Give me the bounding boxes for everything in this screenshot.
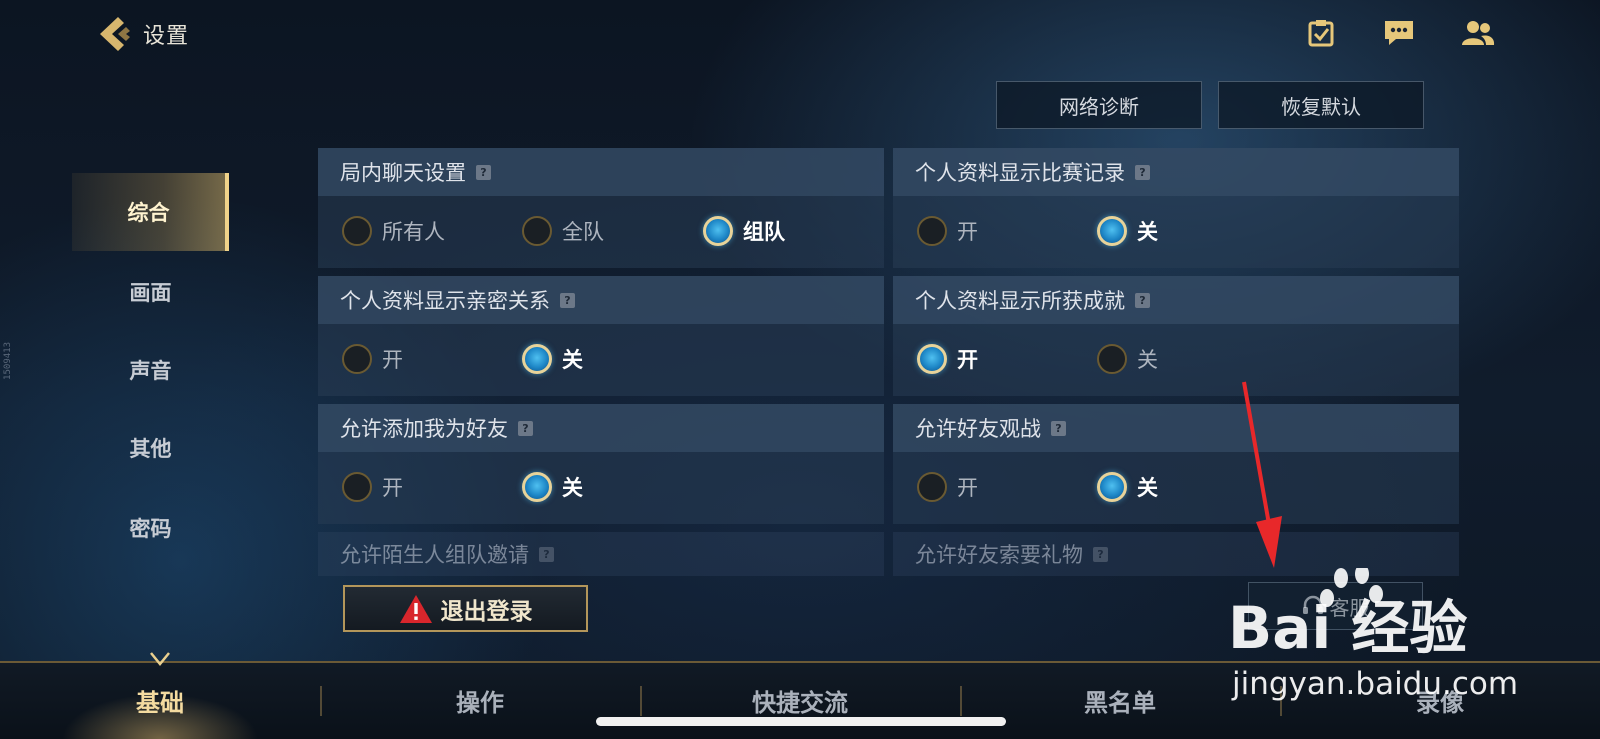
radio-icon <box>342 216 372 246</box>
task-icon[interactable] <box>1303 16 1339 50</box>
radio-selected-icon <box>1097 472 1127 502</box>
headset-icon <box>1302 595 1323 614</box>
sidebar-item-password[interactable]: 密码 <box>72 489 229 567</box>
customer-service-label: 客服 <box>1329 595 1370 620</box>
radio-selected-icon <box>1097 216 1127 246</box>
home-indicator[interactable] <box>596 717 1006 726</box>
radio-icon <box>917 472 947 502</box>
add-friend-off[interactable]: 关 <box>522 472 583 502</box>
chat-option-party[interactable]: 组队 <box>703 216 785 246</box>
annotation-arrow-icon <box>1242 381 1282 568</box>
add-friend-on[interactable]: 开 <box>342 472 403 502</box>
sidebar-item-sound[interactable]: 声音 <box>72 331 229 409</box>
back-arrow-icon <box>100 17 130 51</box>
help-icon[interactable]: ? <box>1093 546 1108 562</box>
stranger-invite-card: 允许陌生人组队邀请 ? <box>318 532 884 576</box>
radio-icon <box>342 344 372 374</box>
intimacy-off[interactable]: 关 <box>522 344 583 374</box>
warning-icon <box>399 594 432 623</box>
match-record-on[interactable]: 开 <box>917 216 978 246</box>
back-button[interactable] <box>94 14 134 54</box>
sidebar-item-other[interactable]: 其他 <box>72 409 229 487</box>
achievements-on[interactable]: 开 <box>917 344 978 374</box>
help-icon[interactable]: ? <box>1135 292 1150 308</box>
help-icon[interactable]: ? <box>1051 420 1066 436</box>
radio-selected-icon <box>917 344 947 374</box>
help-icon[interactable]: ? <box>476 164 491 180</box>
tab-basic[interactable]: 基础 <box>0 661 320 739</box>
achievements-card: 个人资料显示所获成就 ? 开 关 <box>893 276 1459 396</box>
intimacy-card: 个人资料显示亲密关系 ? 开 关 <box>318 276 884 396</box>
match-record-title: 个人资料显示比赛记录 <box>915 161 1125 185</box>
add-friend-card: 允许添加我为好友 ? 开 关 <box>318 404 884 524</box>
gift-request-card: 允许好友索要礼物 ? <box>893 532 1459 576</box>
side-id-text: 1509413 <box>3 342 13 380</box>
help-icon[interactable]: ? <box>560 292 575 308</box>
spectate-title: 允许好友观战 <box>915 417 1041 441</box>
network-diagnosis-button[interactable]: 网络诊断 <box>996 81 1202 129</box>
intimacy-on[interactable]: 开 <box>342 344 403 374</box>
gift-request-title: 允许好友索要礼物 <box>915 543 1083 567</box>
radio-icon <box>342 472 372 502</box>
radio-icon <box>1097 344 1127 374</box>
chat-option-team[interactable]: 全队 <box>522 216 604 246</box>
help-icon[interactable]: ? <box>1135 164 1150 180</box>
chat-settings-card: 局内聊天设置 ? 所有人 全队 组队 <box>318 148 884 268</box>
spectate-card: 允许好友观战 ? 开 关 <box>893 404 1459 524</box>
spectate-on[interactable]: 开 <box>917 472 978 502</box>
chat-settings-title: 局内聊天设置 <box>340 161 466 185</box>
match-record-off[interactable]: 关 <box>1097 216 1158 246</box>
help-icon[interactable]: ? <box>518 420 533 436</box>
tab-controls[interactable]: 操作 <box>320 661 640 739</box>
match-record-card: 个人资料显示比赛记录 ? 开 关 <box>893 148 1459 268</box>
restore-default-button[interactable]: 恢复默认 <box>1218 81 1424 129</box>
watermark-url: jingyan.baidu.com <box>1232 666 1519 702</box>
help-icon[interactable]: ? <box>539 546 554 562</box>
achievements-off[interactable]: 关 <box>1097 344 1158 374</box>
radio-selected-icon <box>703 216 733 246</box>
friends-icon[interactable] <box>1460 16 1496 50</box>
stranger-invite-title: 允许陌生人组队邀请 <box>340 543 529 567</box>
page-title: 设置 <box>143 24 190 49</box>
spectate-off[interactable]: 关 <box>1097 472 1158 502</box>
radio-selected-icon <box>522 472 552 502</box>
logout-label: 退出登录 <box>440 598 533 625</box>
logout-button[interactable]: 退出登录 <box>343 585 588 632</box>
add-friend-title: 允许添加我为好友 <box>340 417 508 441</box>
sidebar-item-general[interactable]: 综合 <box>72 173 229 251</box>
radio-icon <box>522 216 552 246</box>
tab-quick-chat[interactable]: 快捷交流 <box>640 661 960 739</box>
intimacy-title: 个人资料显示亲密关系 <box>340 289 550 313</box>
achievements-title: 个人资料显示所获成就 <box>915 289 1125 313</box>
sidebar-item-graphics[interactable]: 画面 <box>72 253 229 331</box>
customer-service-button[interactable]: 客服 <box>1248 582 1423 630</box>
chat-option-everyone[interactable]: 所有人 <box>342 216 445 246</box>
radio-selected-icon <box>522 344 552 374</box>
radio-icon <box>917 216 947 246</box>
chat-icon[interactable] <box>1381 16 1417 50</box>
